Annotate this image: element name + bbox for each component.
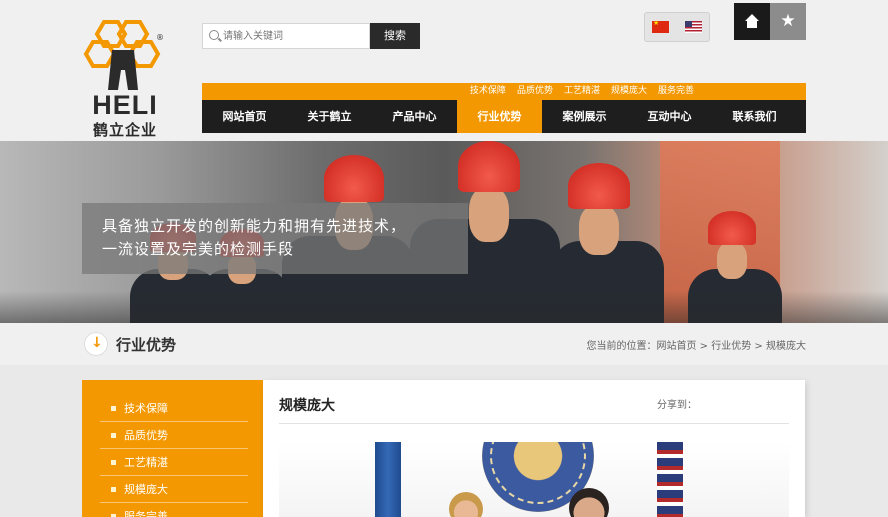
sidebar-item-label: 技术保障 (124, 402, 168, 415)
nav-item-interaction[interactable]: 互动中心 (627, 100, 712, 133)
bullet-square-icon (111, 487, 116, 492)
sidebar-item-label: 规模庞大 (124, 483, 168, 496)
subnav-item[interactable]: 技术保障 (470, 83, 506, 100)
article-title: 规模庞大 (279, 398, 335, 414)
search-button[interactable]: 搜索 (370, 23, 420, 49)
site-header: ® HELI 鹤立企业 搜索 ★ 技术保障 品质优势 工艺精湛 规模庞大 服务完… (0, 0, 888, 141)
worker-figure (568, 163, 630, 256)
sidebar-item-tech[interactable]: 技术保障 (100, 395, 248, 422)
nav-item-products[interactable]: 产品中心 (372, 100, 457, 133)
hexagon-logo-icon (83, 20, 161, 90)
china-flag-icon[interactable] (652, 19, 669, 33)
logo-chinese-name: 鹤立企业 (92, 121, 157, 139)
breadcrumb-separator: > (699, 341, 709, 352)
sidebar-item-scale[interactable]: 规模庞大 (100, 476, 248, 503)
favorite-button[interactable]: ★ (770, 3, 806, 40)
us-flag-icon[interactable] (685, 21, 702, 33)
star-icon: ★ (780, 11, 796, 31)
bullet-square-icon (111, 433, 116, 438)
main-content: 规模庞大 分享到： (263, 380, 805, 517)
subnav-item[interactable]: 品质优势 (517, 83, 553, 100)
person-head (569, 488, 609, 517)
person-head (449, 492, 483, 517)
section-header-bar: 行业优势 您当前的位置：网站首页 > 行业优势 > 规模庞大 (0, 323, 888, 365)
blue-flag (375, 442, 401, 517)
breadcrumb-level1-link[interactable]: 行业优势 (711, 341, 751, 352)
sidebar-item-service[interactable]: 服务完善 (100, 503, 248, 517)
share-label: 分享到： (657, 400, 697, 411)
subnav-item[interactable]: 服务完善 (658, 83, 694, 100)
nav-item-advantages[interactable]: 行业优势 (457, 100, 542, 133)
nav-item-home[interactable]: 网站首页 (202, 100, 287, 133)
banner-floor-shade (0, 291, 888, 323)
breadcrumb-prefix: 您当前的位置： (586, 341, 657, 352)
bullet-square-icon (111, 406, 116, 411)
subnav-item[interactable]: 工艺精湛 (564, 83, 600, 100)
nav-item-contact[interactable]: 联系我们 (712, 100, 797, 133)
language-switcher (644, 12, 710, 42)
home-button[interactable] (734, 3, 770, 40)
title-divider (279, 423, 789, 424)
site-logo[interactable]: ® HELI 鹤立企业 (82, 20, 168, 139)
search-input[interactable] (223, 26, 365, 46)
sidebar-item-quality[interactable]: 品质优势 (100, 422, 248, 449)
search-icon (209, 30, 219, 40)
section-title: 行业优势 (116, 336, 177, 354)
breadcrumb: 您当前的位置：网站首页 > 行业优势 > 规模庞大 (586, 337, 806, 352)
sidebar-item-craft[interactable]: 工艺精湛 (100, 449, 248, 476)
sidebar-item-label: 工艺精湛 (124, 456, 168, 469)
breadcrumb-current: 规模庞大 (766, 341, 806, 352)
us-flag (657, 442, 683, 517)
main-navigation: 网站首页 关于鹤立 产品中心 行业优势 案例展示 互动中心 联系我们 (202, 100, 806, 133)
home-icon-base (747, 21, 757, 28)
sidebar-item-label: 品质优势 (124, 429, 168, 442)
breadcrumb-home-link[interactable]: 网站首页 (656, 341, 696, 352)
hero-banner: 具备独立开发的创新能力和拥有先进技术， 一流设置及完美的检测手段 (0, 141, 888, 323)
sidebar: 技术保障 品质优势 工艺精湛 规模庞大 服务完善 (82, 380, 263, 517)
subnav-item[interactable]: 规模庞大 (611, 83, 647, 100)
search-box (202, 23, 370, 49)
nav-item-about[interactable]: 关于鹤立 (287, 100, 372, 133)
worker-figure (708, 211, 756, 280)
article-photo (279, 442, 789, 517)
banner-caption-line1: 具备独立开发的创新能力和拥有先进技术， (102, 217, 407, 235)
registered-mark: ® (156, 33, 164, 42)
bullet-square-icon (111, 460, 116, 465)
logo-wordmark: HELI (92, 90, 158, 120)
nav-item-cases[interactable]: 案例展示 (542, 100, 627, 133)
banner-caption-line2: 一流设置及完美的检测手段 (102, 240, 295, 258)
home-icon (745, 14, 759, 21)
sub-navigation: 技术保障 品质优势 工艺精湛 规模庞大 服务完善 (202, 83, 806, 100)
banner-caption: 具备独立开发的创新能力和拥有先进技术， 一流设置及完美的检测手段 (82, 203, 468, 274)
breadcrumb-separator: > (754, 341, 763, 352)
arrow-down-icon (84, 332, 108, 356)
sidebar-item-label: 服务完善 (124, 510, 168, 517)
